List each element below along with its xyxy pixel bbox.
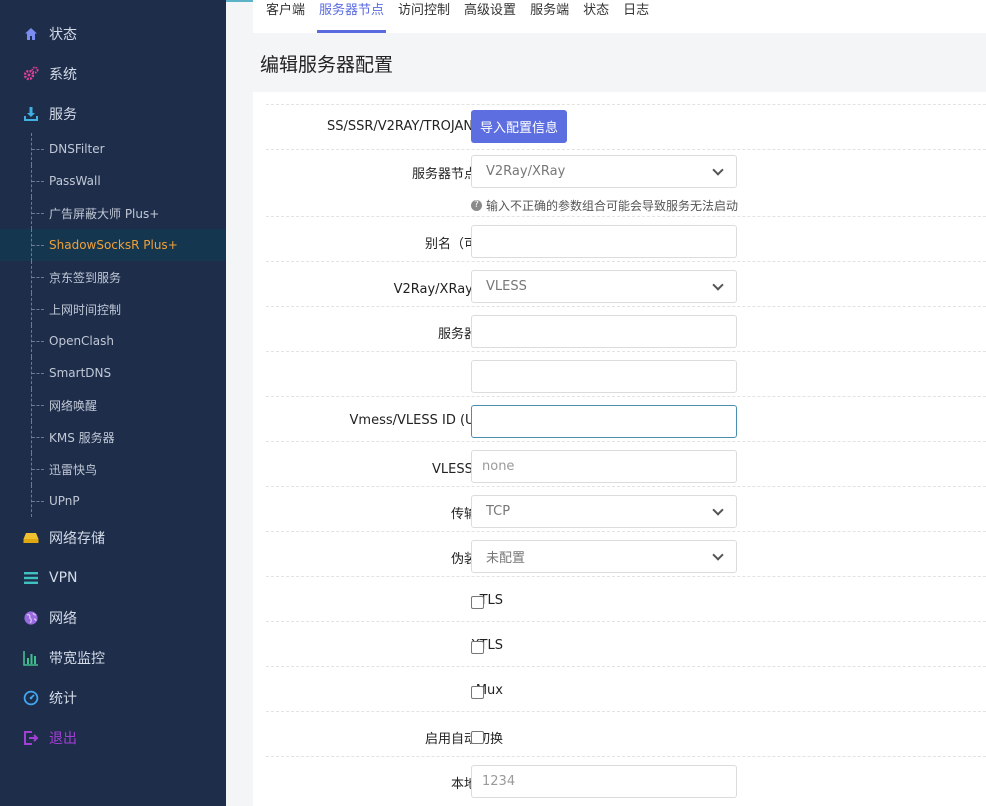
logout-icon bbox=[23, 730, 39, 746]
tab-status[interactable]: 状态 bbox=[583, 0, 609, 33]
node-type-value: V2Ray/XRay bbox=[486, 164, 566, 179]
row-tls: TLS bbox=[266, 576, 986, 621]
nav-services-label: 服务 bbox=[49, 107, 77, 123]
nav-services[interactable]: 服务 bbox=[0, 94, 226, 134]
nav-system[interactable]: 系统 bbox=[0, 54, 226, 94]
nav-network[interactable]: 网络 bbox=[0, 598, 226, 638]
mux-checkbox[interactable] bbox=[471, 686, 484, 699]
row-import-url: SS/SSR/V2RAY/TROJAN URL 导入配置信息 bbox=[266, 104, 986, 149]
sidebar-item-jd-checkin[interactable]: 京东签到服务 bbox=[0, 261, 226, 293]
section-title: 编辑服务器配置 bbox=[260, 54, 394, 76]
disguise-value: 未配置 bbox=[486, 551, 526, 566]
vless-encryption-placeholder: none bbox=[482, 459, 515, 474]
row-xtls: XTLS bbox=[266, 621, 986, 666]
nav-system-label: 系统 bbox=[49, 67, 77, 83]
nav-bandwidth-label: 带宽监控 bbox=[49, 651, 105, 667]
sidebar-item-adbyby[interactable]: 广告屏蔽大师 Plus+ bbox=[0, 197, 226, 229]
nav-status-label: 状态 bbox=[49, 27, 77, 43]
nav-status[interactable]: 状态 bbox=[0, 14, 226, 54]
chevron-down-icon bbox=[712, 548, 724, 561]
row-protocol: V2Ray/XRay 协议 VLESS bbox=[266, 261, 986, 306]
sidebar-item-dnsfilter[interactable]: DNSFilter bbox=[0, 133, 226, 165]
node-type-hint: ? 输入不正确的参数组合可能会导致服务无法启动 bbox=[471, 197, 738, 214]
tab-server[interactable]: 服务端 bbox=[530, 0, 569, 33]
row-uuid: Vmess/VLESS ID (UUID) bbox=[266, 396, 986, 441]
protocol-select[interactable]: VLESS bbox=[471, 270, 737, 303]
import-config-button[interactable]: 导入配置信息 bbox=[471, 110, 567, 143]
row-transport: 传输协议 TCP bbox=[266, 486, 986, 531]
nav-statistics-label: 统计 bbox=[49, 691, 77, 707]
tab-log[interactable]: 日志 bbox=[623, 0, 649, 33]
config-form: SS/SSR/V2RAY/TROJAN URL 导入配置信息 服务器节点类型 V… bbox=[253, 92, 986, 806]
xtls-checkbox[interactable] bbox=[471, 641, 484, 654]
row-port: 端口 bbox=[266, 351, 986, 396]
row-node-type: 服务器节点类型 V2Ray/XRay ? 输入不正确的参数组合可能会导致服务无法… bbox=[266, 149, 986, 216]
row-vless-encryption: VLESS 加密 none bbox=[266, 441, 986, 486]
bar-chart-icon bbox=[23, 650, 39, 666]
port-input[interactable] bbox=[471, 360, 737, 393]
sidebar-item-smartdns[interactable]: SmartDNS bbox=[0, 357, 226, 389]
download-icon bbox=[23, 106, 39, 122]
sidebar-item-openclash[interactable]: OpenClash bbox=[0, 325, 226, 357]
alias-input[interactable] bbox=[471, 225, 737, 258]
tab-server-nodes[interactable]: 服务器节点 bbox=[317, 0, 387, 33]
row-auto-switch: 启用自动切换 bbox=[266, 711, 986, 756]
home-icon bbox=[23, 26, 39, 42]
tab-bar: 客户端 服务器节点 访问控制 高级设置 服务端 状态 日志 bbox=[253, 0, 986, 33]
transport-value: TCP bbox=[486, 504, 511, 519]
nav-statistics[interactable]: 统计 bbox=[0, 678, 226, 718]
local-port-placeholder: 1234 bbox=[482, 774, 516, 789]
main-content: 客户端 服务器节点 访问控制 高级设置 服务端 状态 日志 编辑服务器配置 SS… bbox=[226, 0, 986, 806]
sidebar-item-xunlei[interactable]: 迅雷快鸟 bbox=[0, 453, 226, 485]
sidebar-item-time-control[interactable]: 上网时间控制 bbox=[0, 293, 226, 325]
protocol-value: VLESS bbox=[486, 279, 527, 294]
nav-logout-label: 退出 bbox=[49, 731, 77, 747]
disguise-select[interactable]: 未配置 bbox=[471, 540, 737, 573]
gears-icon bbox=[23, 66, 39, 82]
tab-client[interactable]: 客户端 bbox=[266, 0, 305, 33]
sidebar-item-passwall[interactable]: PassWall bbox=[0, 165, 226, 197]
row-server-address: 服务器地址 bbox=[266, 306, 986, 351]
chevron-down-icon bbox=[712, 278, 724, 291]
chevron-down-icon bbox=[712, 503, 724, 516]
list-icon bbox=[23, 570, 39, 586]
tab-advanced[interactable]: 高级设置 bbox=[464, 0, 516, 33]
row-local-port: 本地端口 1234 bbox=[266, 756, 986, 806]
server-address-input[interactable] bbox=[471, 315, 737, 348]
dashboard-icon bbox=[23, 690, 39, 706]
auto-switch-checkbox[interactable] bbox=[471, 731, 484, 744]
sidebar: 状态 系统 服务 DNSFilter PassWall 广告屏蔽大师 Plus+… bbox=[0, 0, 226, 806]
uuid-input[interactable] bbox=[471, 405, 737, 438]
chevron-down-icon bbox=[712, 163, 724, 176]
nav-logout[interactable]: 退出 bbox=[0, 718, 226, 758]
hdd-icon bbox=[23, 530, 39, 546]
tls-checkbox[interactable] bbox=[471, 596, 484, 609]
question-circle-icon: ? bbox=[471, 200, 482, 211]
nav-vpn[interactable]: VPN bbox=[0, 558, 226, 598]
local-port-input[interactable]: 1234 bbox=[471, 765, 737, 798]
row-mux: Mux bbox=[266, 666, 986, 711]
row-alias: 别名（可选） bbox=[266, 216, 986, 261]
row-disguise: 伪装类型 未配置 bbox=[266, 531, 986, 576]
nav-storage-label: 网络存储 bbox=[49, 531, 105, 547]
sidebar-item-wol[interactable]: 网络唤醒 bbox=[0, 389, 226, 421]
auto-switch-label: 启用自动切换 bbox=[424, 732, 503, 747]
node-type-select[interactable]: V2Ray/XRay bbox=[471, 155, 737, 188]
nav-storage[interactable]: 网络存储 bbox=[0, 518, 226, 558]
tab-access-control[interactable]: 访问控制 bbox=[398, 0, 450, 33]
nav-bandwidth[interactable]: 带宽监控 bbox=[0, 638, 226, 678]
globe-icon bbox=[23, 610, 39, 626]
sidebar-item-upnp[interactable]: UPnP bbox=[0, 485, 226, 517]
nav-network-label: 网络 bbox=[49, 611, 77, 627]
nav-vpn-label: VPN bbox=[49, 570, 78, 586]
sidebar-item-ssrplus[interactable]: ShadowSocksR Plus+ bbox=[0, 229, 226, 261]
sidebar-item-kms[interactable]: KMS 服务器 bbox=[0, 421, 226, 453]
vless-encryption-input[interactable]: none bbox=[471, 450, 737, 483]
transport-select[interactable]: TCP bbox=[471, 495, 737, 528]
